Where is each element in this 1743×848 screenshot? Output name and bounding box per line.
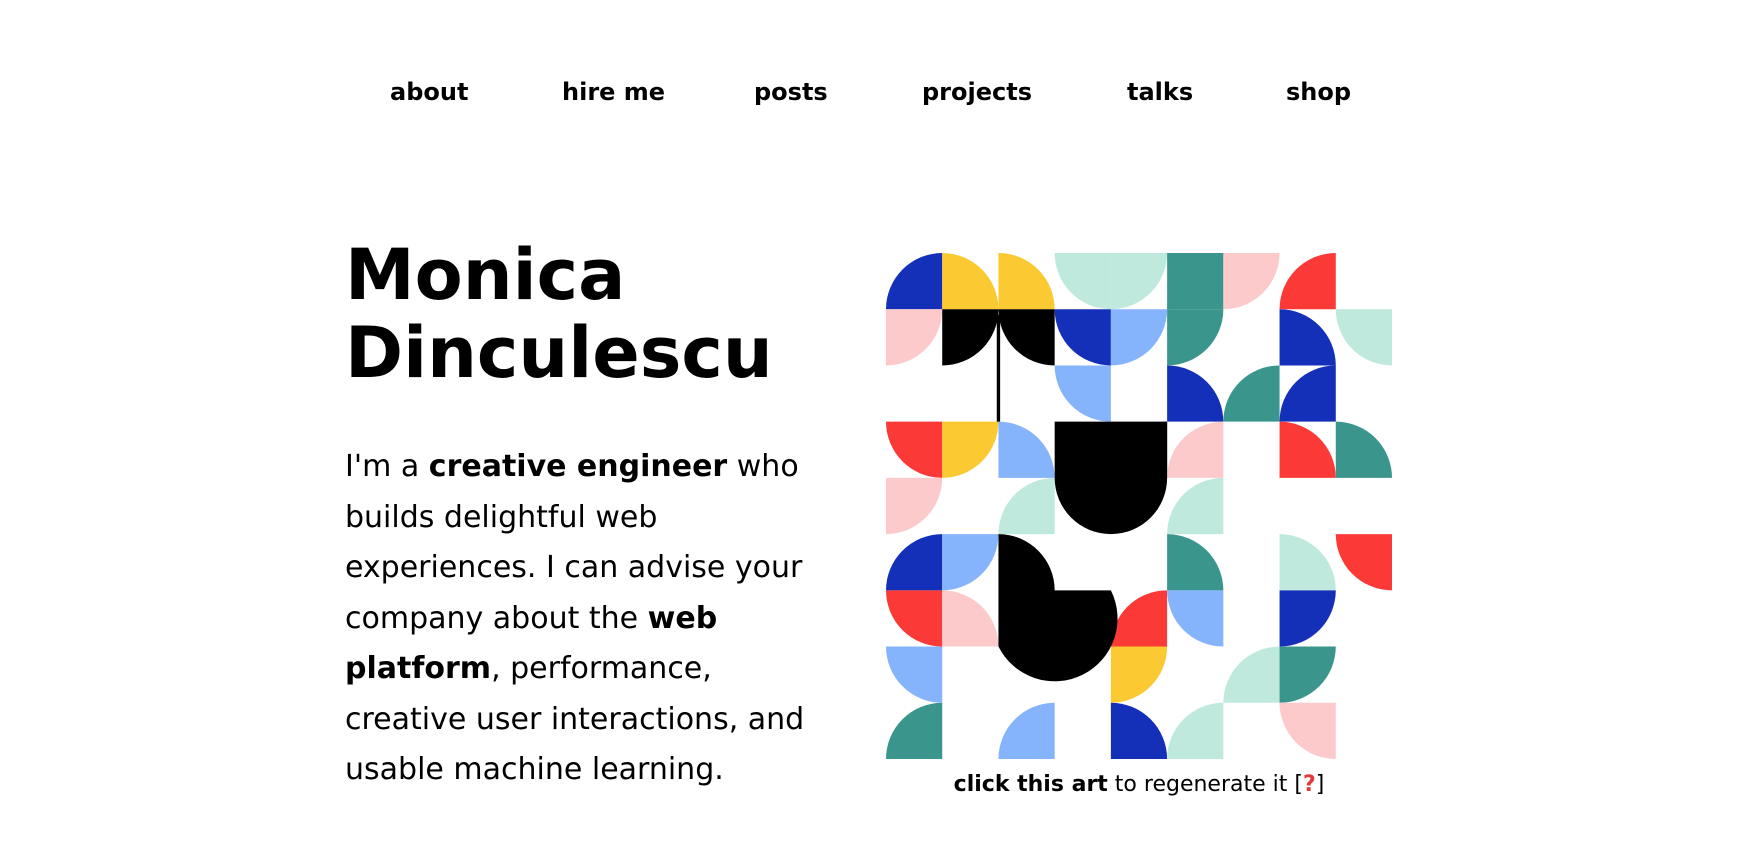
art-tile	[1279, 702, 1336, 759]
art-tile	[1054, 365, 1111, 422]
art-tile	[1054, 253, 1111, 310]
art-tile	[1054, 309, 1111, 366]
nav-posts[interactable]: posts	[754, 72, 828, 112]
art-tile	[1223, 253, 1280, 310]
art-tile	[998, 253, 1055, 310]
art-tile	[1223, 365, 1280, 422]
art-tile	[886, 421, 943, 478]
art-tile	[1167, 421, 1224, 478]
art-tile	[1279, 646, 1336, 703]
art-tile	[1335, 421, 1392, 478]
art-tile	[1167, 534, 1224, 591]
nav-projects[interactable]: projects	[922, 72, 1032, 112]
art-tile	[942, 534, 999, 591]
sprout-leaf-left	[942, 309, 999, 366]
nav-shop[interactable]: shop	[1286, 72, 1351, 112]
art-tile	[1279, 365, 1336, 422]
art-tile	[998, 421, 1055, 478]
name-line1: Monica	[345, 234, 626, 316]
boot-shape	[998, 534, 1118, 682]
art-tile	[886, 309, 943, 366]
art-tile	[1223, 646, 1280, 703]
art-tile	[1279, 534, 1336, 591]
art-tile	[998, 477, 1055, 535]
generative-art[interactable]	[886, 253, 1392, 759]
nav-talks[interactable]: talks	[1127, 72, 1193, 112]
art-tile	[1279, 421, 1336, 478]
art-tile	[886, 702, 943, 759]
art-tile	[1167, 477, 1224, 535]
sprout-stem	[996, 314, 1001, 422]
intro-paragraph: I'm a creative engineer who builds delig…	[345, 442, 835, 796]
art-tile	[1110, 702, 1168, 759]
art-caption: click this art to regenerate it [?]	[886, 770, 1392, 800]
art-tile	[1167, 590, 1224, 647]
art-tile	[1167, 309, 1224, 366]
art-tile	[886, 590, 943, 647]
art-tile	[1167, 702, 1224, 759]
art-tile	[886, 534, 943, 591]
caption-end: ]	[1315, 772, 1325, 797]
art-tile	[1167, 365, 1224, 422]
intro-text-1: I'm a	[345, 449, 429, 484]
art-tile	[1110, 253, 1168, 310]
art-tile	[1110, 590, 1168, 647]
art-tile	[886, 477, 943, 535]
name-line2: Dinculescu	[345, 312, 773, 394]
art-tile	[886, 253, 943, 310]
nav-about[interactable]: about	[390, 72, 468, 112]
art-tile	[998, 702, 1055, 759]
art-tile	[1110, 309, 1168, 366]
art-tile	[886, 646, 943, 703]
intro-bold-creative-engineer: creative engineer	[428, 449, 728, 484]
caption-text: to regenerate it [	[1107, 772, 1303, 797]
tulip-shape	[1054, 421, 1168, 535]
art-tile	[942, 253, 999, 310]
page-title: Monica Dinculescu	[345, 236, 773, 392]
art-tile	[1110, 646, 1168, 703]
art-tile	[1279, 253, 1336, 310]
sprout-leaf-right	[998, 309, 1055, 366]
help-icon[interactable]: ?	[1303, 772, 1316, 797]
art-tile	[1335, 309, 1392, 366]
art-tile	[1279, 590, 1336, 647]
main-nav: about hire me posts projects talks shop	[0, 72, 1743, 112]
art-tile	[1279, 309, 1336, 366]
regenerate-link[interactable]: click this art	[954, 772, 1108, 797]
art-tile	[1335, 534, 1392, 591]
nav-hire-me[interactable]: hire me	[562, 72, 665, 112]
art-tile	[942, 421, 999, 478]
art-tile	[942, 590, 999, 647]
